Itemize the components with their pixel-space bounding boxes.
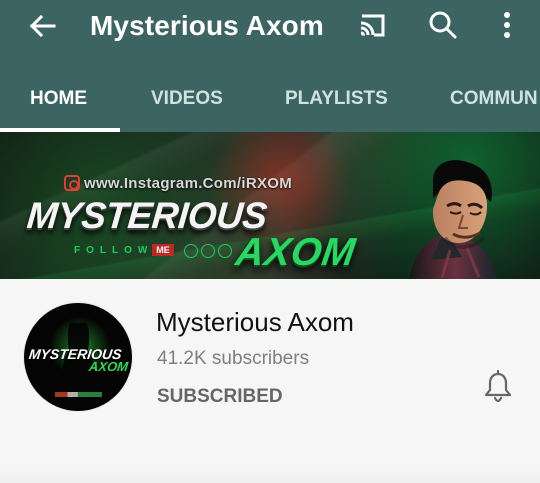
banner-instagram-url: www.Instagram.Com/iRXOM (84, 175, 293, 192)
avatar-decorative-strip (55, 392, 102, 397)
tab-community[interactable]: COMMUN (450, 66, 538, 132)
channel-avatar[interactable]: MYSTERIOUS AXOM (24, 303, 132, 411)
banner-me-badge: ME (152, 244, 174, 256)
back-button[interactable] (20, 4, 64, 48)
banner-channel-name: AXOM (233, 231, 359, 274)
banner-social-icon (201, 244, 215, 258)
channel-banner: www.Instagram.Com/iRXOM MYSTERIOUS FOLLO… (0, 132, 540, 279)
subscriber-count: 41.2K subscribers (157, 348, 310, 369)
notification-bell-button[interactable] (481, 367, 515, 405)
avatar-title-line-2: AXOM (88, 359, 129, 374)
cast-button[interactable] (349, 2, 395, 48)
cast-icon (360, 14, 385, 37)
tab-home[interactable]: HOME (30, 66, 87, 132)
youtube-channel-screen: Mysterious Axom HOME VIDEOS PLAYLISTS CO… (0, 0, 540, 483)
channel-name: Mysterious Axom (156, 307, 354, 337)
banner-social-icon (218, 244, 232, 258)
banner-headline: MYSTERIOUS (25, 195, 269, 236)
more-vertical-icon (504, 12, 510, 38)
tab-videos[interactable]: VIDEOS (151, 66, 223, 132)
page-title: Mysterious Axom (90, 10, 324, 41)
banner-portrait (410, 160, 497, 279)
channel-app-bar: Mysterious Axom HOME VIDEOS PLAYLISTS CO… (0, 0, 540, 132)
channel-tabs: HOME VIDEOS PLAYLISTS COMMUN (0, 66, 540, 132)
bell-icon (484, 369, 512, 403)
search-button[interactable] (420, 2, 466, 48)
subscribed-button[interactable]: SUBSCRIBED (157, 385, 283, 409)
search-icon (429, 11, 457, 39)
banner-follow-text: FOLLOW (74, 245, 154, 256)
arrow-left-icon (29, 14, 56, 38)
instagram-icon (64, 175, 80, 191)
content-bottom-fade (0, 466, 540, 483)
more-options-button[interactable] (487, 2, 527, 48)
top-toolbar: Mysterious Axom (0, 0, 540, 66)
banner-social-icon (184, 244, 198, 258)
tab-playlists[interactable]: PLAYLISTS (285, 66, 388, 132)
